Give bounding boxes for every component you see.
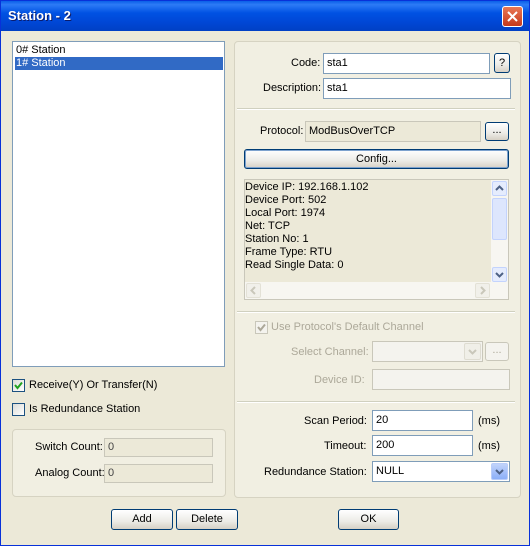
delete-button[interactable]: Delete [176, 509, 238, 530]
receive-label[interactable]: Receive(Y) Or Transfer(N) [29, 379, 157, 391]
info-line: Frame Type: RTU [245, 246, 333, 258]
add-button[interactable]: Add [111, 509, 173, 530]
receive-checkbox[interactable] [12, 379, 25, 392]
vertical-scrollbar[interactable] [491, 180, 508, 283]
redundance-station-select[interactable]: NULL [372, 461, 510, 482]
redundancy-checkbox[interactable] [12, 403, 25, 416]
scroll-up-button[interactable] [492, 181, 507, 196]
info-line: Device IP: 192.168.1.102 [245, 181, 369, 193]
timeout-unit: (ms) [478, 440, 500, 452]
protocol-browse-button[interactable]: ... [485, 122, 509, 141]
redundance-station-label: Redundance Station: [264, 466, 367, 478]
protocol-label: Protocol: [260, 125, 304, 137]
switch-count-field: 0 [104, 438, 213, 457]
code-input[interactable]: sta1 [323, 53, 490, 74]
chevron-down-icon [468, 349, 477, 355]
dropdown-arrow[interactable] [491, 463, 508, 480]
analog-count-label: Analog Count: [35, 467, 105, 479]
select-channel-dropdown[interactable] [372, 341, 483, 362]
timeout-input[interactable]: 200 [372, 435, 473, 456]
protocol-field: ModBusOverTCP [305, 121, 481, 142]
redundancy-label[interactable]: Is Redundance Station [29, 403, 140, 415]
select-channel-label: Select Channel: [291, 346, 369, 358]
separator [237, 401, 515, 403]
scroll-down-button[interactable] [492, 267, 507, 282]
scroll-left-button[interactable] [246, 283, 261, 298]
config-button[interactable]: Config... [244, 149, 509, 169]
close-icon [507, 11, 518, 22]
chevron-down-icon [495, 469, 504, 475]
device-id-input[interactable] [372, 369, 510, 390]
station-list[interactable]: 0# Station 1# Station [12, 41, 225, 367]
dropdown-arrow[interactable] [464, 343, 481, 360]
timeout-label: Timeout: [324, 440, 367, 452]
scroll-right-button[interactable] [475, 283, 490, 298]
checkmark-icon [257, 323, 266, 332]
station-list-item-1[interactable]: 1# Station [15, 57, 223, 70]
scan-period-input[interactable]: 20 [372, 410, 473, 431]
help-button[interactable]: ? [494, 53, 510, 73]
title-bar[interactable]: Station - 2 [1, 1, 529, 31]
description-label: Description: [263, 82, 322, 94]
separator [237, 311, 515, 313]
separator [237, 108, 515, 110]
device-id-label: Device ID: [314, 374, 365, 386]
protocol-info-box[interactable]: Device IP: 192.168.1.102 Device Port: 50… [244, 179, 509, 300]
horizontal-scrollbar[interactable] [245, 282, 508, 299]
close-button[interactable] [502, 6, 523, 27]
checkmark-icon [14, 381, 23, 390]
analog-count-field: 0 [104, 464, 213, 483]
use-default-channel-checkbox[interactable] [255, 321, 268, 334]
chevron-left-icon [250, 286, 256, 295]
ok-button[interactable]: OK [338, 509, 399, 530]
code-label: Code: [291, 57, 321, 69]
description-input[interactable]: sta1 [323, 78, 511, 99]
protocol-info-lines: Device IP: 192.168.1.102 Device Port: 50… [245, 181, 369, 272]
chevron-right-icon [480, 286, 486, 295]
window-title: Station - 2 [8, 8, 71, 23]
info-line: Device Port: 502 [245, 194, 327, 206]
redundance-station-value: NULL [376, 465, 405, 477]
info-line: Net: TCP [245, 220, 291, 232]
channel-browse-button[interactable]: ... [485, 342, 509, 361]
use-default-channel-label: Use Protocol's Default Channel [271, 321, 424, 333]
chevron-up-icon [495, 185, 504, 191]
scroll-thumb[interactable] [492, 198, 507, 240]
station-dialog: Station - 2 0# Station 1# Station Receiv… [0, 0, 530, 546]
info-line: Station No: 1 [245, 233, 309, 245]
info-line: Local Port: 1974 [245, 207, 326, 219]
switch-count-label: Switch Count: [35, 441, 103, 453]
chevron-down-icon [495, 272, 504, 278]
station-list-item-0[interactable]: 0# Station [15, 44, 223, 57]
scan-period-label: Scan Period: [304, 415, 367, 427]
scan-period-unit: (ms) [478, 415, 500, 427]
info-line: Read Single Data: 0 [245, 259, 344, 271]
